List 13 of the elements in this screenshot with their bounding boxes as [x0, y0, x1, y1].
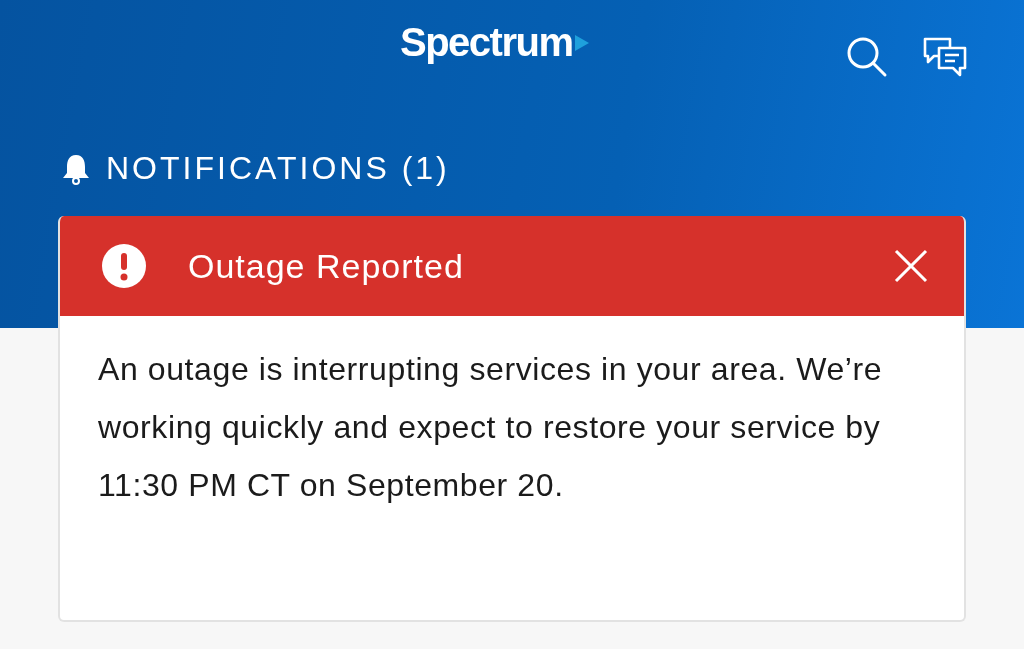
alert-message: An outage is interrupting services in your area. We’re working quickly and expect to restore your service by 11:30 PM CT on September 20. — [98, 350, 884, 505]
alert-title: Outage Reported — [188, 246, 465, 286]
close-icon — [894, 249, 928, 283]
triangle-icon — [574, 34, 589, 51]
alert-icon — [102, 244, 146, 288]
bell-icon — [60, 152, 92, 185]
chat-icon — [922, 36, 968, 78]
logo-text: Spectrum — [400, 20, 573, 65]
chat-button[interactable] — [922, 36, 968, 78]
notifications-heading: NOTIFICATIONS (1) — [106, 150, 450, 187]
search-icon — [846, 36, 888, 78]
search-button[interactable] — [846, 36, 888, 78]
close-button[interactable] — [894, 249, 928, 283]
